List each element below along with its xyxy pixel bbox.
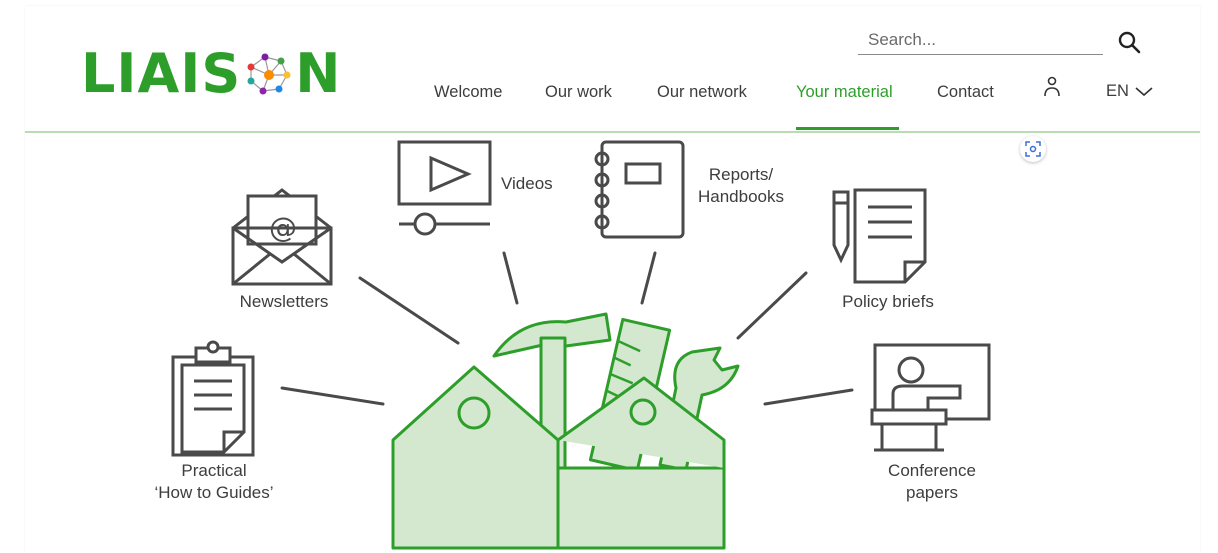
label-policy-briefs[interactable]: Policy briefs [832, 291, 944, 313]
label-guides-line1: Practical [181, 461, 247, 480]
label-conference-papers[interactable]: Conference papers [872, 460, 992, 504]
label-conference-line2: papers [906, 483, 958, 502]
presenter-icon [870, 343, 991, 452]
connector-line [736, 271, 808, 340]
document-pencil-icon [832, 188, 927, 284]
label-how-to-guides[interactable]: Practical ‘How to Guides’ [136, 460, 292, 504]
label-guides-line2: ‘How to Guides’ [154, 483, 274, 502]
connector-line [358, 276, 460, 345]
label-reports-line2: Handbooks [697, 187, 784, 206]
clipboard-icon [171, 340, 255, 457]
connector-line [502, 251, 519, 305]
video-player-icon [397, 140, 492, 236]
label-conference-line1: Conference [888, 461, 976, 480]
label-reports-handbooks[interactable]: Reports/ Handbooks [689, 164, 793, 208]
toolbox-icon [391, 312, 740, 550]
label-newsletters[interactable]: Newsletters [228, 291, 340, 313]
label-videos[interactable]: Videos [501, 173, 553, 195]
at-sign-glyph: @ [269, 211, 297, 244]
connector-line [763, 388, 854, 406]
connector-line [640, 251, 657, 305]
notebook-icon [594, 140, 685, 239]
connector-line [280, 386, 385, 406]
label-reports-line1: Reports/ [708, 165, 774, 184]
